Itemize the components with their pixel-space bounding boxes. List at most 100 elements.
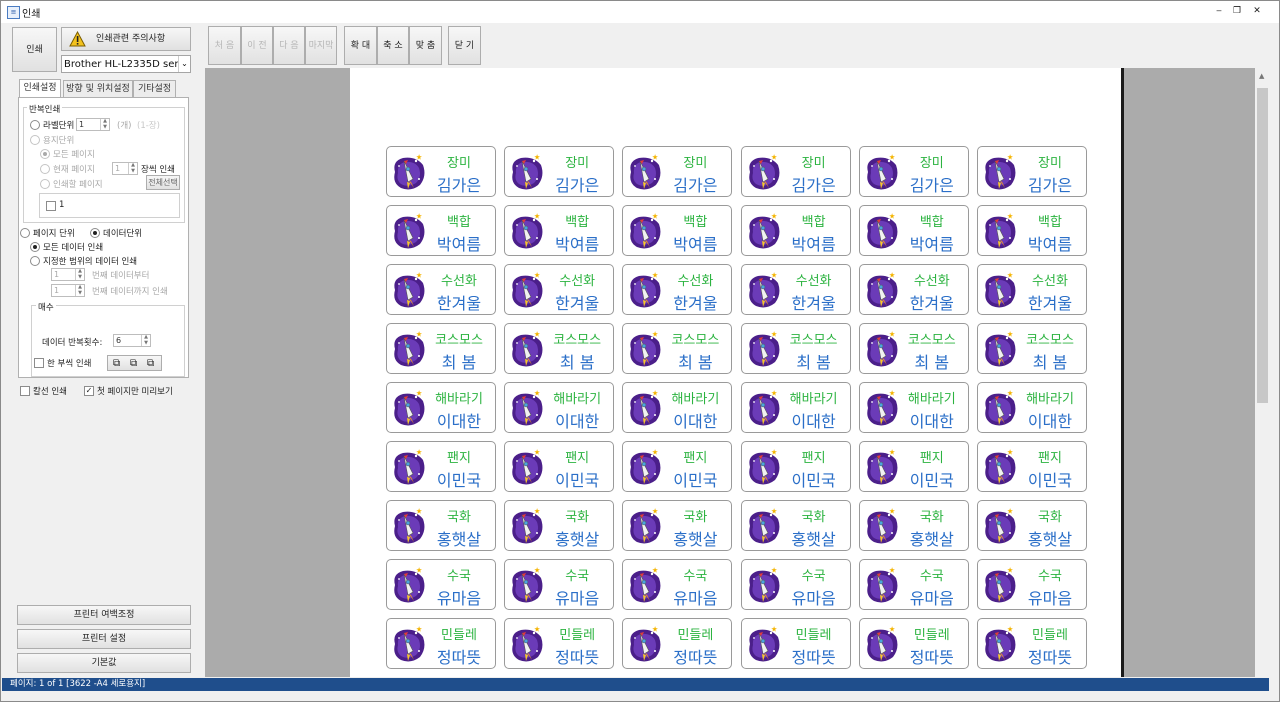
printer-margin-button[interactable]: 프린터 여백조정 [17,605,191,625]
label-student-name: 홍햇살 [673,530,718,549]
default-button[interactable]: 기본값 [17,653,191,673]
vertical-scrollbar[interactable]: ▲ [1255,68,1271,677]
tab-other-settings[interactable]: 기타설정 [133,80,176,97]
label-student-name: 이대한 [791,412,836,431]
page-unit-radio[interactable] [20,228,30,238]
next-page-button[interactable]: 다 음 [273,26,305,65]
page-item-checkbox[interactable] [46,201,56,211]
rocket-icon [748,331,780,367]
window-title: 인쇄 [22,9,41,20]
close-icon[interactable]: ✕ [1248,3,1266,19]
label-class-text: 팬지 [801,451,826,466]
restore-icon[interactable]: ❐ [1228,3,1246,19]
name-label: 수선화 한겨울 [858,264,969,315]
fit-button[interactable]: 맞 춤 [409,26,442,65]
name-label: 장미 김가은 [858,146,969,197]
label-unit-stepper[interactable]: 1 ▲ ▼ [76,118,110,131]
rocket-icon [512,626,543,662]
one-copy-checkbox[interactable] [34,358,44,368]
name-label: 팬지 이민국 [504,441,615,492]
print-pages-radio[interactable] [40,179,50,189]
range-data-radio[interactable] [30,256,40,266]
sheet-unit-radio[interactable] [30,135,40,145]
current-page-label: 현재 페이지 [53,165,95,175]
label-class-text: 수선화 [677,274,714,289]
zoom-in-button[interactable]: 확 대 [344,26,377,65]
rocket-icon [512,213,543,249]
from-data-suffix: 번째 데이터부터 [92,271,150,281]
printer-settings-button[interactable]: 프린터 설정 [17,629,191,649]
label-class-text: 장미 [447,156,471,171]
collate-icon: ⧉ [113,358,121,369]
label-class-text: 수국 [1038,569,1062,584]
name-label: 수국 유마음 [977,559,1087,610]
data-repeat-value: 6 [116,336,122,345]
rocket-icon [748,390,780,426]
rocket-icon [512,331,543,367]
label-unit-radio[interactable] [30,120,40,130]
name-label: 코스모스 최 봄 [622,323,733,374]
label-student-name: 정따뜻 [673,648,718,667]
one-copy-label: 한 부씩 인쇄 [47,359,92,369]
data-unit-radio[interactable] [90,228,100,238]
all-data-radio[interactable] [30,242,40,252]
rocket-icon [748,508,780,544]
label-class-text: 민들레 [559,628,596,643]
print-notice-button[interactable]: 인쇄관련 주의사항 [61,27,191,51]
label-student-name: 유마음 [555,589,600,608]
zoom-out-button[interactable]: 축 소 [377,26,409,65]
label-student-name: 유마음 [436,589,482,608]
name-label: 민들레 정따뜻 [977,618,1087,669]
label-student-name: 김가은 [673,176,718,195]
cut-line-checkbox[interactable] [20,386,30,396]
label-class-text: 국화 [447,510,471,525]
collate-options[interactable]: ⧉ ⧉ ⧉ [107,355,162,371]
name-label: 해바라기이대한 [858,382,969,433]
tab-print-settings[interactable]: 인쇄설정 [19,79,61,98]
first-page-button[interactable]: 처 음 [208,26,241,65]
name-label: 코스모스 최 봄 [858,323,969,374]
rocket-icon [630,449,661,485]
rocket-icon [867,508,898,544]
select-all-button[interactable]: 전체선택 [146,175,180,190]
rocket-icon [985,272,1016,308]
label-class-text: 해바라기 [907,392,956,407]
tab-direction-position[interactable]: 방향 및 위치설정 [63,80,133,97]
print-preview-area[interactable]: 장미 김가은 장미 김가은 장미 김가은 장미 김가은 장미 김가은 장미 김가은 백합 박여름 백합 박여름… [205,68,1271,677]
label-student-name: 이대한 [909,412,954,431]
repeat-print-group-label: 반복인쇄 [27,103,63,115]
label-class-text: 민들레 [441,628,477,643]
rocket-icon [748,567,780,603]
all-pages-radio[interactable] [40,149,50,159]
label-class-text: 코스모스 [435,333,483,348]
current-page-stepper[interactable]: 1 ▲ ▼ [112,162,138,175]
to-data-stepper[interactable]: 1 ▲ ▼ [51,284,85,297]
from-data-stepper[interactable]: 1 ▲ ▼ [51,268,85,281]
label-student-name: 홍햇살 [436,530,482,549]
rocket-icon [748,272,780,308]
label-unit-hint: (1-장) [137,121,160,131]
name-label: 팬지 이민국 [858,441,969,492]
data-repeat-stepper[interactable]: 6 ▲ ▼ [113,334,151,347]
minimize-icon[interactable]: ‒ [1210,3,1228,19]
scroll-up-icon[interactable]: ▲ [1259,72,1264,80]
rocket-icon [394,272,425,308]
stepper-arrows-icon: ▲ ▼ [75,284,84,296]
scrollbar-thumb[interactable] [1257,88,1268,403]
name-label: 해바라기 이대한 [977,382,1087,433]
name-label: 수국 유마음 [858,559,969,610]
name-label: 백합 박여름 [504,205,615,256]
last-page-button[interactable]: 마지막 [305,26,337,65]
first-page-preview-checkbox[interactable]: ✓ [84,386,94,396]
printer-select[interactable]: Brother HL-L2335D series( ⌄ [61,55,191,73]
settings-panel: 인쇄 인쇄관련 주의사항 Brother HL-L2335D series( ⌄… [9,23,199,678]
current-page-radio[interactable] [40,164,50,174]
prev-page-button[interactable]: 이 전 [241,26,273,65]
label-class-text: 수국 [919,569,944,584]
rocket-icon [630,390,661,426]
to-data-suffix: 번째 데이터까지 인쇄 [92,287,168,297]
label-student-name: 박여름 [1027,235,1073,254]
label-student-name: 이대한 [673,412,718,431]
print-button[interactable]: 인쇄 [12,27,57,72]
close-preview-button[interactable]: 닫 기 [448,26,481,65]
